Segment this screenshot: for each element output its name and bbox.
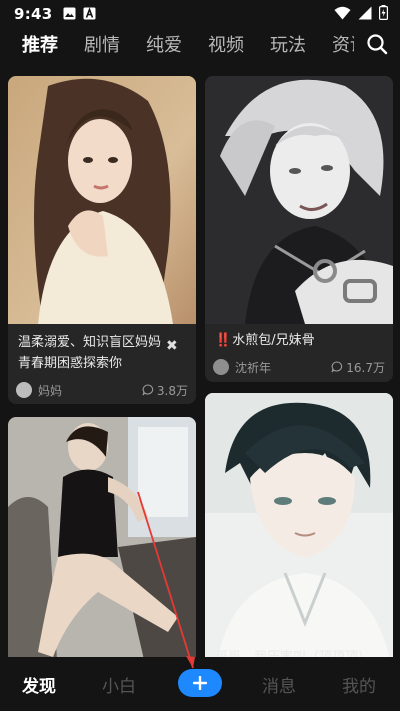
double-exclamation-icon: ‼️ <box>215 333 232 348</box>
search-icon <box>366 33 388 59</box>
card-author: 沈祈年 <box>235 360 272 375</box>
story-card[interactable]: 温柔溺爱、知识盲区妈妈青春期困惑探索你 ✖ 妈妈 3.8万 <box>8 76 196 404</box>
story-card[interactable]: ‼️水煎包/兄妹骨 沈祈年 16.7万 <box>205 76 393 382</box>
tab-pure-love[interactable]: 纯爱 <box>146 30 182 62</box>
card-likes: 16.7万 <box>331 359 385 376</box>
search-button[interactable] <box>354 30 400 62</box>
avatar <box>16 382 32 398</box>
plus-icon <box>193 676 207 690</box>
nav-messages[interactable]: 消息 <box>262 672 296 697</box>
portrait-white-hair-man-icon <box>205 76 393 324</box>
story-card[interactable] <box>8 417 196 677</box>
nav-mine[interactable]: 我的 <box>342 672 376 697</box>
card-author: 妈妈 <box>38 383 63 398</box>
story-card[interactable]: 哥哥，我压害叫（顶顶顶） <box>205 393 393 677</box>
likes-count: 16.7万 <box>346 360 385 375</box>
comment-icon <box>331 361 343 373</box>
card-meta: 沈祈年 16.7万 <box>213 357 385 377</box>
card-meta: 妈妈 3.8万 <box>16 380 188 400</box>
battery-icon <box>379 4 389 24</box>
card-likes: 3.8万 <box>142 382 188 399</box>
status-bar: 9:43 <box>0 0 400 28</box>
card-title: 温柔溺爱、知识盲区妈妈青春期困惑探索你 <box>18 335 162 371</box>
nav-xiaobai[interactable]: 小白 <box>102 672 136 697</box>
tab-gameplay[interactable]: 玩法 <box>270 30 306 62</box>
wifi-icon <box>334 5 351 24</box>
tab-recommend[interactable]: 推荐 <box>22 30 58 62</box>
tab-video[interactable]: 视频 <box>208 30 244 62</box>
portrait-woman-icon <box>8 76 196 324</box>
nav-discover[interactable]: 发现 <box>22 672 56 697</box>
close-icon[interactable]: ✖ <box>166 339 178 353</box>
tab-story[interactable]: 剧情 <box>84 30 120 62</box>
anime-boy-icon <box>205 393 393 677</box>
signal-icon <box>358 5 372 24</box>
bottom-nav: 发现 小白 消息 我的 <box>0 657 400 711</box>
avatar <box>213 359 229 375</box>
card-title-text: 水煎包/兄妹骨 <box>232 333 315 348</box>
card-title: ‼️水煎包/兄妹骨 <box>215 330 367 351</box>
portrait-seated-woman-icon <box>8 417 196 677</box>
top-category-tabs: 推荐 剧情 纯爱 视频 玩法 资讯 <box>0 30 400 62</box>
add-button[interactable] <box>178 669 222 697</box>
status-time: 9:43 <box>14 5 53 23</box>
comment-icon <box>142 384 154 396</box>
image-icon <box>63 5 76 24</box>
a-icon <box>83 5 96 24</box>
status-right <box>334 4 389 24</box>
likes-count: 3.8万 <box>156 383 188 398</box>
